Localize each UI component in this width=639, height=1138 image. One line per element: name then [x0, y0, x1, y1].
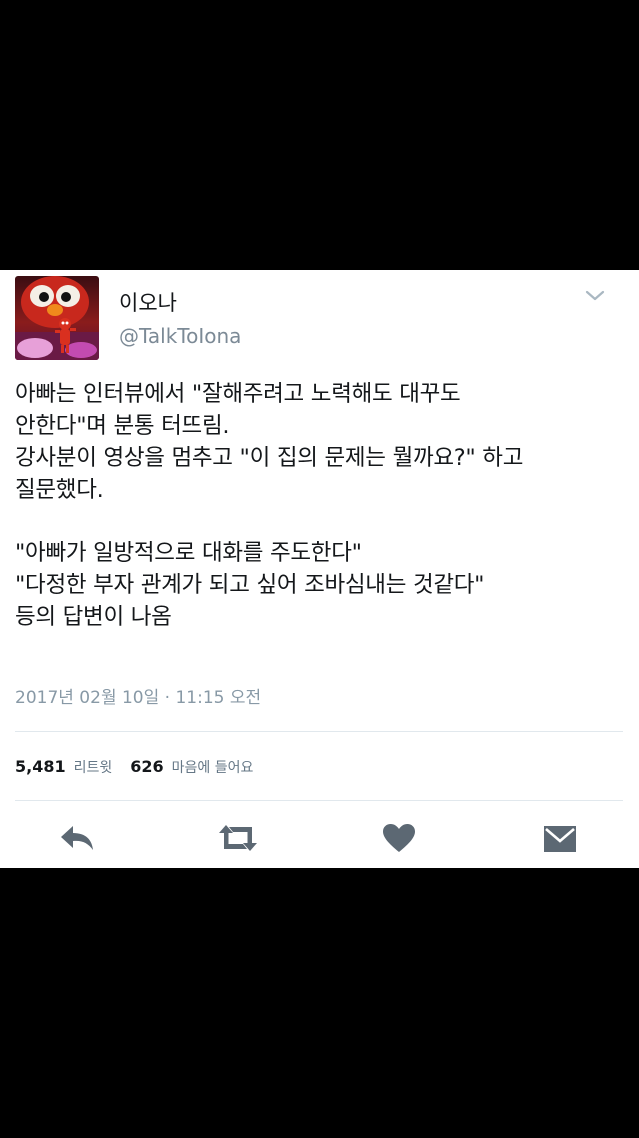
avatar[interactable]	[15, 276, 99, 360]
retweet-icon	[219, 825, 257, 851]
retweet-count[interactable]: 5,481	[15, 757, 66, 776]
tweet-line: 강사분이 영상을 멈추고 "이 집의 문제는 뭘까요?" 하고	[15, 445, 524, 471]
tweet-stats: 5,481 리트윗 626 마음에 들어요	[15, 757, 253, 778]
tweet-line: 질문했다.	[15, 477, 104, 503]
envelope-icon	[544, 826, 576, 852]
chevron-down-icon[interactable]	[584, 288, 606, 304]
heart-icon	[383, 824, 415, 852]
like-label[interactable]: 마음에 들어요	[172, 760, 254, 776]
display-name[interactable]: 이오나	[119, 290, 177, 316]
retweet-button[interactable]	[214, 821, 262, 855]
tweet-line: "다정한 부자 관계가 되고 싶어 조바심내는 것같다"	[15, 572, 485, 598]
tweet-text: 아빠는 인터뷰에서 "잘해주려고 노력해도 대꾸도 안한다"며 분통 터뜨림. …	[15, 378, 630, 633]
tweet-line: "아빠가 일방적으로 대화를 주도한다"	[15, 540, 362, 566]
divider	[15, 800, 623, 801]
tweet-card[interactable]: 이오나 @TalkToIona 아빠는 인터뷰에서 "잘해주려고 노력해도 대꾸…	[0, 270, 639, 868]
tweet-timestamp[interactable]: 2017년 02월 10일 · 11:15 오전	[15, 687, 261, 709]
screen: 이오나 @TalkToIona 아빠는 인터뷰에서 "잘해주려고 노력해도 대꾸…	[0, 0, 639, 1138]
tweet-line: 등의 답변이 나옴	[15, 604, 172, 630]
tweet-line: 안한다"며 분통 터뜨림.	[15, 413, 230, 439]
direct-message-button[interactable]	[541, 821, 579, 855]
user-handle[interactable]: @TalkToIona	[119, 323, 241, 349]
like-count[interactable]: 626	[130, 757, 163, 776]
like-button[interactable]	[380, 821, 418, 855]
elmo-avatar-icon	[15, 276, 99, 360]
divider	[15, 731, 623, 732]
retweet-label[interactable]: 리트윗	[74, 760, 113, 776]
tweet-line: 아빠는 인터뷰에서 "잘해주려고 노력해도 대꾸도	[15, 381, 461, 407]
reply-icon	[61, 826, 93, 850]
reply-button[interactable]	[56, 821, 98, 855]
